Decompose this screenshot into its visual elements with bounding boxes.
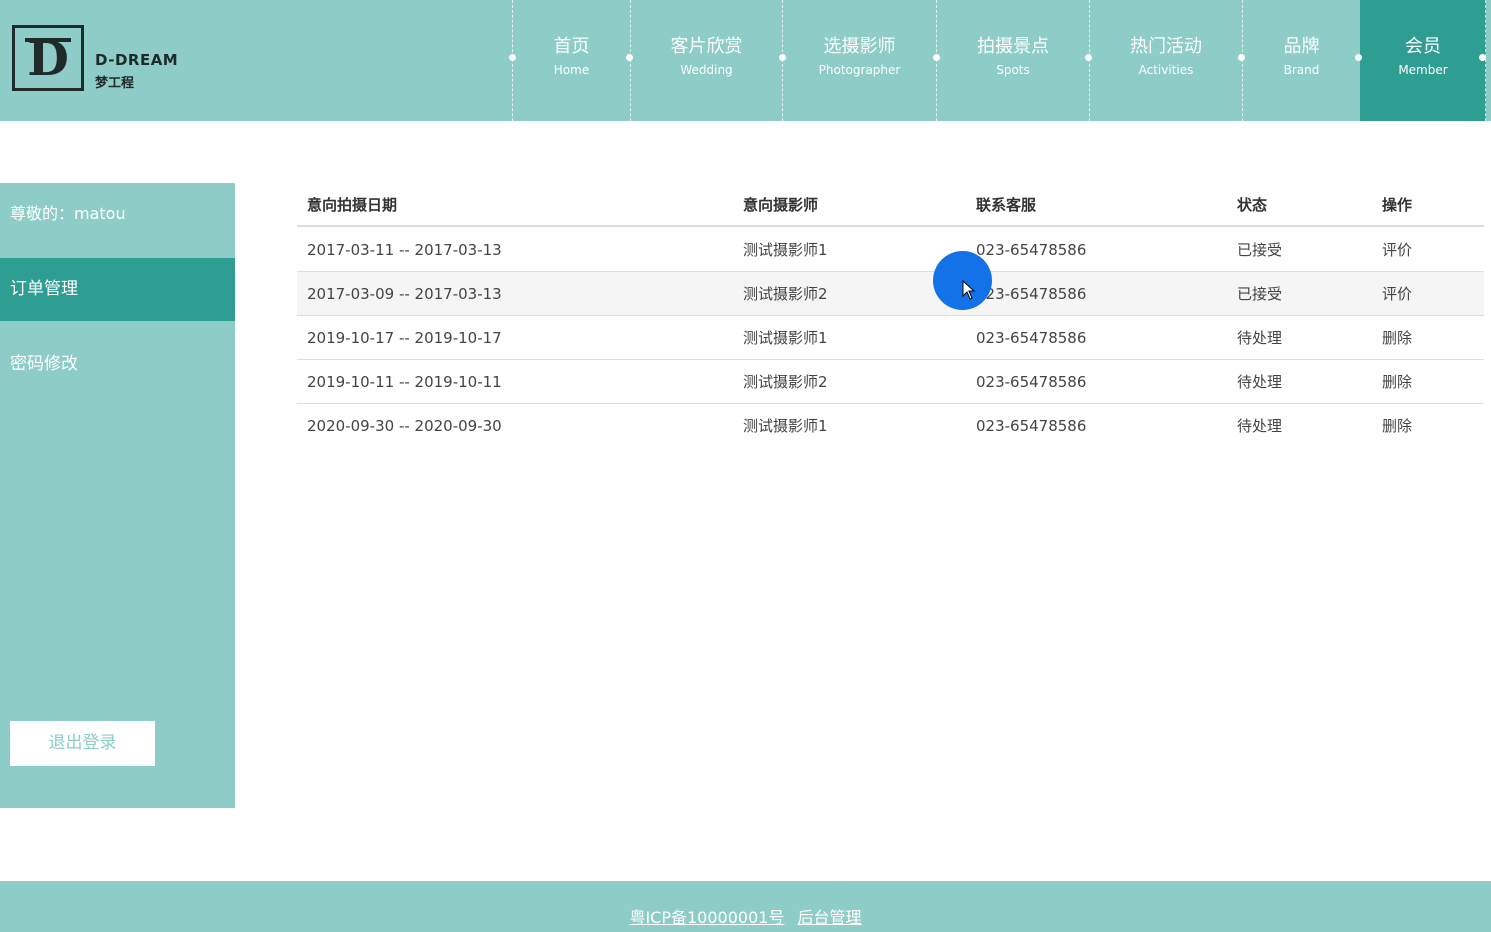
nav-item-brand[interactable]: 品牌 Brand [1242,0,1360,121]
cell-date: 2017-03-11 -- 2017-03-13 [307,241,502,259]
nav-divider-dot [626,54,633,61]
column-header-action: 操作 [1382,196,1413,214]
table-row: 2017-03-09 -- 2017-03-13 测试摄影师2 023-6547… [297,272,1484,316]
nav-label-en: Spots [996,63,1030,77]
nav-label-cn: 选摄影师 [823,36,896,57]
main-nav: 首页 Home 客片欣赏 Wedding 选摄影师 Photographer 拍… [512,0,1486,121]
logo[interactable]: D D-DREAM 梦工程 [12,25,192,95]
logo-mark: D [12,25,84,91]
cell-phone: 023-65478586 [976,241,1087,259]
cell-date: 2019-10-17 -- 2019-10-17 [307,329,502,347]
cell-date: 2020-09-30 -- 2020-09-30 [307,417,502,435]
delete-link[interactable]: 删除 [1382,360,1412,404]
nav-divider-dot [933,54,940,61]
table-header-row: 意向拍摄日期 意向摄影师 联系客服 状态 操作 [297,183,1484,227]
cell-status: 待处理 [1237,373,1283,391]
user-greeting: 尊敬的：matou [10,204,126,223]
nav-label-en: Activities [1138,63,1194,77]
nav-label-en: Brand [1283,63,1320,77]
cell-phone: 023-65478586 [976,373,1087,391]
cell-photographer: 测试摄影师1 [743,417,828,435]
logo-subname: 梦工程 [95,76,135,91]
column-header-photographer: 意向摄影师 [743,196,819,214]
nav-item-spots[interactable]: 拍摄景点 Spots [936,0,1089,121]
icp-link[interactable]: 粤ICP备10000001号 [629,908,784,927]
nav-divider-dot [1238,54,1245,61]
nav-divider-dot [509,54,516,61]
nav-label-en: Member [1398,63,1448,77]
nav-divider-dot [779,54,786,61]
cell-status: 已接受 [1237,241,1283,259]
admin-link[interactable]: 后台管理 [798,908,862,927]
nav-item-home[interactable]: 首页 Home [512,0,630,121]
nav-label-cn: 品牌 [1283,36,1320,57]
nav-label-en: Photographer [818,63,901,77]
table-row: 2020-09-30 -- 2020-09-30 测试摄影师1 023-6547… [297,404,1484,448]
nav-item-wedding[interactable]: 客片欣赏 Wedding [630,0,782,121]
sidebar-item-orders[interactable]: 订单管理 [0,258,235,321]
nav-divider-dot [1085,54,1092,61]
nav-item-photographer[interactable]: 选摄影师 Photographer [782,0,936,121]
site-footer: 粤ICP备10000001号 后台管理 [0,881,1491,932]
nav-label-en: Wedding [680,63,733,77]
nav-label-cn: 会员 [1405,36,1441,57]
column-header-date: 意向拍摄日期 [307,196,398,214]
column-header-status: 状态 [1237,196,1268,214]
cell-photographer: 测试摄影师2 [743,373,828,391]
review-link[interactable]: 评价 [1382,228,1412,272]
logout-button[interactable]: 退出登录 [10,721,155,766]
column-header-contact: 联系客服 [976,196,1037,214]
logo-letter: D [27,31,69,87]
cell-photographer: 测试摄影师1 [743,241,828,259]
member-sidebar: 尊敬的：matou 订单管理 密码修改 退出登录 [0,183,235,808]
cell-photographer: 测试摄影师1 [743,329,828,347]
cell-status: 待处理 [1237,329,1283,347]
cell-phone: 023-65478586 [976,329,1087,347]
logo-name: D-DREAM [95,51,179,69]
site-header: D D-DREAM 梦工程 首页 Home 客片欣赏 Wedding 选摄影师 … [0,0,1491,121]
table-row: 2019-10-17 -- 2019-10-17 测试摄影师1 023-6547… [297,316,1484,360]
nav-item-member[interactable]: 会员 Member [1360,0,1486,121]
cell-date: 2017-03-09 -- 2017-03-13 [307,285,502,303]
nav-item-activities[interactable]: 热门活动 Activities [1089,0,1242,121]
delete-link[interactable]: 删除 [1382,316,1412,360]
cell-date: 2019-10-11 -- 2019-10-11 [307,373,502,391]
cell-phone: 023-65478586 [976,285,1087,303]
nav-divider [1485,0,1486,121]
table-row: 2017-03-11 -- 2017-03-13 测试摄影师1 023-6547… [297,228,1484,272]
cell-status: 已接受 [1237,285,1283,303]
delete-link[interactable]: 删除 [1382,404,1412,448]
mouse-pointer-icon [962,280,976,300]
nav-label-cn: 客片欣赏 [670,36,743,57]
nav-divider-dot [1355,54,1362,61]
cell-photographer: 测试摄影师2 [743,285,828,303]
table-row: 2019-10-11 -- 2019-10-11 测试摄影师2 023-6547… [297,360,1484,404]
footer-links: 粤ICP备10000001号 后台管理 [0,907,1491,929]
cell-status: 待处理 [1237,417,1283,435]
nav-label-cn: 拍摄景点 [977,36,1049,57]
review-link[interactable]: 评价 [1382,272,1412,316]
nav-label-cn: 热门活动 [1130,36,1202,57]
nav-label-en: Home [553,63,590,77]
nav-label-cn: 首页 [553,36,590,57]
cell-phone: 023-65478586 [976,417,1087,435]
sidebar-item-password[interactable]: 密码修改 [0,333,235,396]
